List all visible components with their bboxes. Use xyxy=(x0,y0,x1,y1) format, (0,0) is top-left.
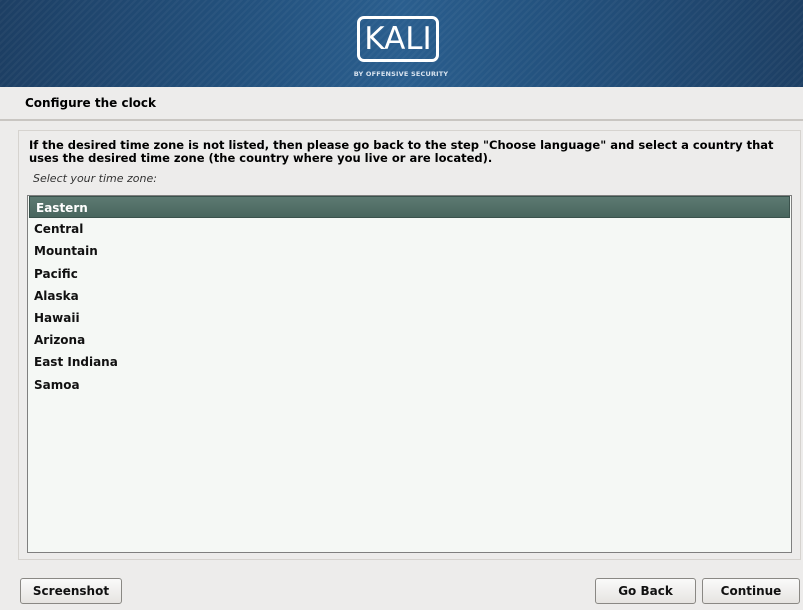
page-title-bar: Configure the clock xyxy=(0,87,803,121)
continue-button[interactable]: Continue xyxy=(702,578,800,604)
timezone-option-central[interactable]: Central xyxy=(28,218,791,240)
header-banner: KALI BY OFFENSIVE SECURITY xyxy=(0,0,803,87)
timezone-option-hawaii[interactable]: Hawaii xyxy=(28,307,791,329)
kali-logo-box: KALI xyxy=(357,16,439,62)
kali-logo-subtext: BY OFFENSIVE SECURITY xyxy=(353,70,449,78)
kali-logo-text: KALI xyxy=(364,20,432,57)
kali-logo: KALI BY OFFENSIVE SECURITY xyxy=(351,14,451,86)
instruction-text: If the desired time zone is not listed, … xyxy=(29,138,774,165)
screenshot-button[interactable]: Screenshot xyxy=(20,578,122,604)
timezone-option-east-indiana[interactable]: East Indiana xyxy=(28,351,791,373)
go-back-button[interactable]: Go Back xyxy=(595,578,696,604)
content-panel: If the desired time zone is not listed, … xyxy=(18,130,801,560)
timezone-option-eastern[interactable]: Eastern xyxy=(29,196,790,219)
timezone-option-pacific[interactable]: Pacific xyxy=(28,263,791,285)
page-title: Configure the clock xyxy=(25,96,157,110)
timezone-option-arizona[interactable]: Arizona xyxy=(28,329,791,351)
timezone-option-samoa[interactable]: Samoa xyxy=(28,374,791,396)
timezone-list[interactable]: Eastern Central Mountain Pacific Alaska … xyxy=(27,195,792,553)
timezone-option-mountain[interactable]: Mountain xyxy=(28,240,791,262)
timezone-prompt: Select your time zone: xyxy=(33,172,157,185)
timezone-option-alaska[interactable]: Alaska xyxy=(28,285,791,307)
